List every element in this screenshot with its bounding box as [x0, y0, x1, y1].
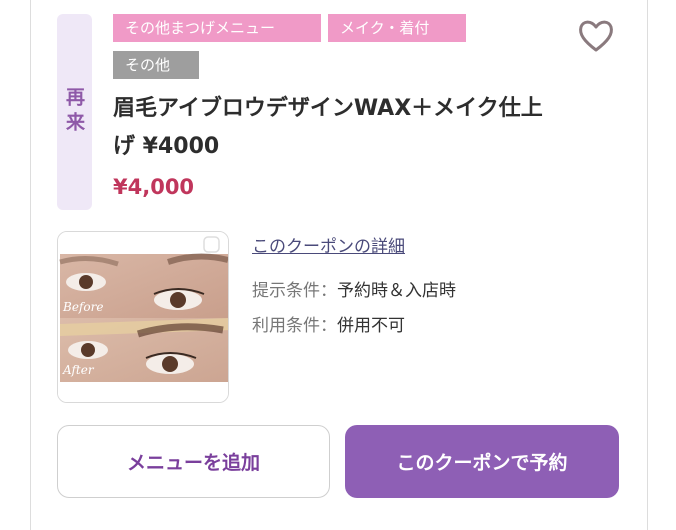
tag-other: その他 — [113, 51, 199, 79]
condition-value: 予約時＆入店時 — [337, 281, 456, 301]
coupon-title: 眉毛アイブロウデザインWAX＋メイク仕上げ ¥4000 — [113, 96, 543, 159]
coupon-price: ¥4,000 — [113, 175, 195, 199]
add-menu-button[interactable]: メニューを追加 — [57, 425, 330, 498]
repeat-customer-badge: 再来 — [57, 14, 92, 210]
repeat-badge-label: 再来 — [63, 87, 85, 137]
reserve-label: このクーポンで予約 — [396, 452, 568, 474]
condition-value: 併用不可 — [337, 316, 405, 336]
coupon-photo[interactable]: Before After — [57, 231, 229, 403]
reserve-coupon-button[interactable]: このクーポンで予約 — [345, 425, 619, 498]
coupon-detail-link[interactable]: このクーポンの詳細 — [252, 232, 405, 257]
condition-label: 提示条件： — [252, 281, 337, 301]
after-label: After — [62, 363, 95, 377]
tag-label: その他 — [125, 56, 171, 74]
usage-condition: 利用条件：併用不可 — [252, 311, 405, 336]
condition-label: 利用条件： — [252, 316, 337, 336]
tag-makeup-dressing: メイク・着付 — [328, 14, 466, 42]
before-label: Before — [62, 300, 103, 314]
tag-label: メイク・着付 — [340, 19, 430, 37]
tag-label: その他まつげメニュー — [125, 19, 276, 37]
heart-outline-icon[interactable] — [576, 16, 616, 56]
tag-eyelash-other: その他まつげメニュー — [113, 14, 321, 42]
presentation-condition: 提示条件：予約時＆入店時 — [252, 276, 456, 301]
add-menu-label: メニューを追加 — [126, 452, 260, 474]
